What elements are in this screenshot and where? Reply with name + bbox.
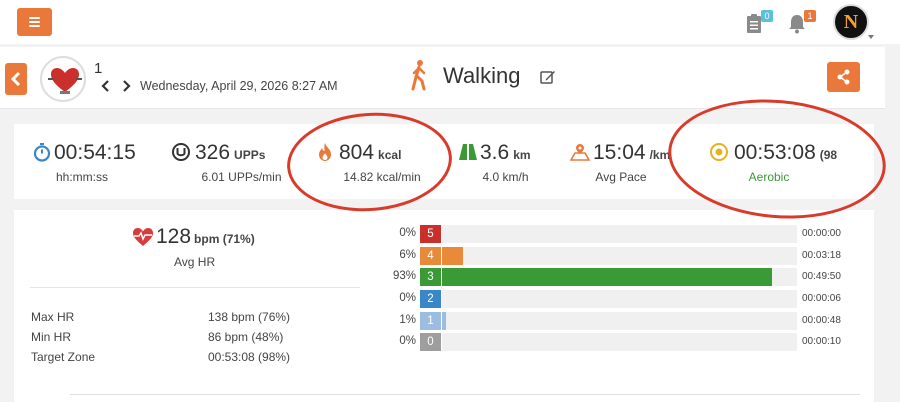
profile-avatar[interactable]: N: [833, 4, 869, 40]
stat-label: Avg Pace: [595, 170, 647, 184]
stat-value: 00:54:15: [54, 141, 136, 164]
zone-bar-track: [442, 290, 797, 308]
svg-text:N: N: [844, 11, 859, 33]
stat-distance: 3.6 km 4.0 km/h: [458, 124, 568, 199]
zone-badge: 3: [420, 268, 441, 286]
upps-icon: [172, 143, 190, 161]
zone-percent: 0%: [399, 227, 416, 239]
menu-button[interactable]: [17, 8, 52, 36]
edit-title-button[interactable]: [540, 69, 556, 85]
next-activity-button[interactable]: [121, 79, 131, 92]
zone-percent: 93%: [392, 270, 416, 282]
user-number: 1: [94, 60, 103, 77]
divider: [30, 287, 360, 288]
stat-label: 4.0 km/h: [482, 170, 529, 184]
road-icon: [459, 144, 477, 160]
zone-percent: 0%: [399, 292, 416, 304]
zone-row: 1% 1 00:00:48: [14, 312, 874, 330]
heart-fitness-icon: [48, 68, 82, 94]
user-avatar: [40, 56, 86, 102]
zone-time: 00:49:50: [802, 271, 841, 282]
stat-value: 15:04/km: [593, 141, 671, 164]
logo-n-icon: N: [844, 11, 859, 33]
zone-percent: 6%: [399, 249, 416, 261]
zone-badge: 0: [420, 333, 441, 351]
zone-bar-track: [442, 247, 797, 265]
notifications-button[interactable]: 1: [788, 10, 816, 36]
stat-label: 6.01 UPPs/min: [201, 170, 282, 184]
stat-value: 3.6 km: [480, 141, 531, 164]
chevron-left-icon: [10, 71, 21, 87]
stat-upps: 326 UPPs 6.01 UPPs/min: [169, 124, 304, 199]
notifications-badge: 1: [804, 10, 816, 22]
zone-row: 93% 3 00:49:50: [14, 268, 874, 286]
zone-time: 00:00:06: [802, 293, 841, 304]
zone-bar-fill: [442, 268, 773, 286]
stat-duration: 00:54:15 hh:mm:ss: [14, 124, 154, 199]
zone-bar-track: [442, 268, 797, 286]
top-bar: 0 1 N: [0, 0, 900, 44]
zone-time: 00:00:10: [802, 336, 841, 347]
zone-percent: 1%: [399, 314, 416, 326]
zone-badge: 2: [420, 290, 441, 308]
zone-bar-track: [442, 225, 797, 243]
stat-value: 326 UPPs: [195, 141, 266, 164]
zone-row: 0% 2 00:00:06: [14, 290, 874, 308]
share-button[interactable]: [827, 62, 860, 92]
zone-bar-track: [442, 333, 797, 351]
stat-label: hh:mm:ss: [55, 170, 108, 184]
tasks-badge: 0: [761, 10, 773, 22]
zone-time: 00:00:00: [802, 228, 841, 239]
zone-time: 00:03:18: [802, 250, 841, 261]
zone-row: 0% 5 00:00:00: [14, 225, 874, 243]
back-button[interactable]: [5, 63, 27, 95]
zone-row: 6% 4 00:03:18: [14, 247, 874, 265]
activity-date: Wednesday, April 29, 2026 8:27 AM: [140, 79, 338, 93]
heart-rate-card: 128 bpm (71%) Avg HR Max HR 138 bpm (76%)…: [14, 210, 874, 402]
chevron-right-icon: [123, 80, 131, 92]
zone-bar-fill: [442, 247, 464, 265]
tasks-button[interactable]: 0: [745, 10, 773, 36]
zone-row: 0% 0 00:00:10: [14, 333, 874, 351]
map-icon: [570, 144, 590, 161]
zone-badge: 4: [420, 247, 441, 265]
zone-badge: 1: [420, 312, 441, 330]
zone-bar-fill: [442, 312, 446, 330]
activity-title: Walking: [443, 63, 521, 88]
profile-dropdown-caret[interactable]: [868, 35, 874, 39]
menu-icon: [29, 17, 40, 19]
edit-icon: [540, 71, 555, 84]
previous-activity-button[interactable]: [101, 79, 111, 92]
chevron-left-icon: [101, 80, 109, 92]
walking-icon: [408, 59, 430, 91]
zone-bar-track: [442, 312, 797, 330]
next-section-edge: [70, 394, 860, 402]
target-zone-value: 00:53:08 (98%): [208, 350, 291, 364]
zone-time: 00:00:48: [802, 315, 841, 326]
annotation-circle-aerobic: [663, 90, 891, 228]
target-zone-label: Target Zone: [31, 350, 96, 364]
zone-badge: 5: [420, 225, 441, 243]
share-icon: [837, 69, 850, 85]
zone-percent: 0%: [399, 335, 416, 347]
stopwatch-icon: [33, 143, 51, 162]
